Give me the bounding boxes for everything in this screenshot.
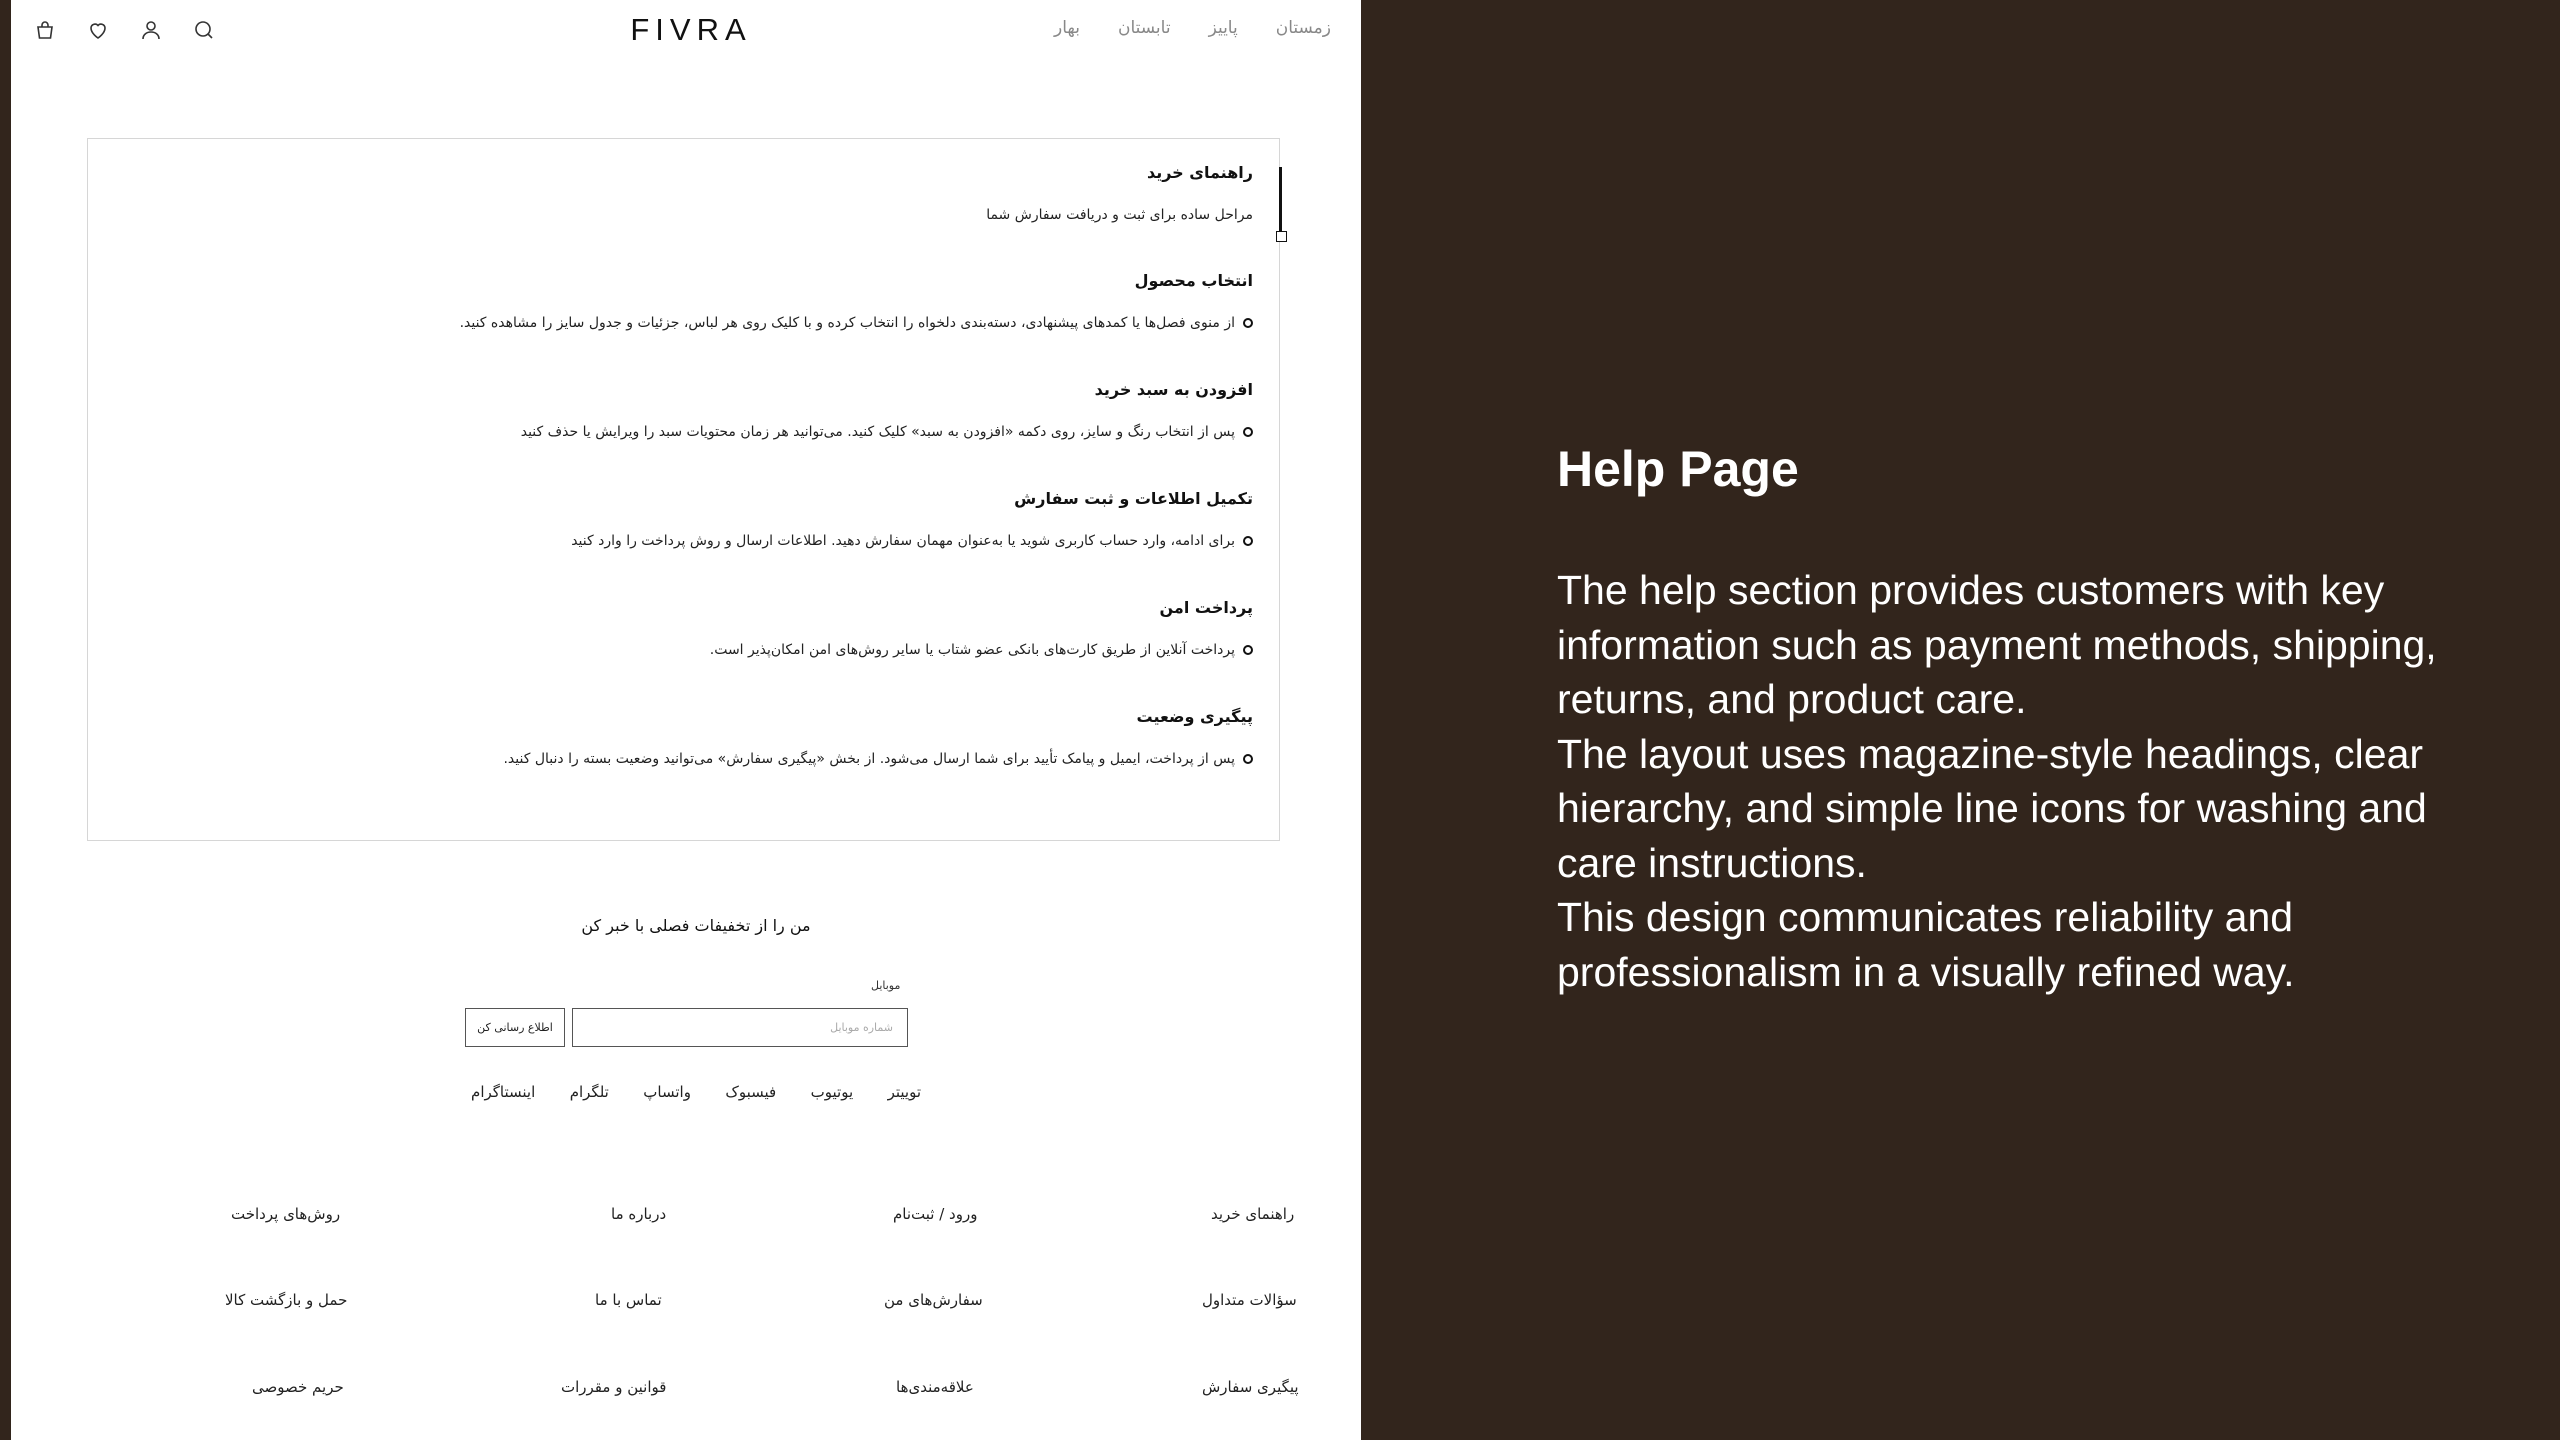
social-instagram[interactable]: اینستاگرام xyxy=(471,1083,535,1101)
bullet-icon xyxy=(1243,536,1253,546)
social-facebook[interactable]: فیسبوک xyxy=(725,1083,776,1101)
brand-logo[interactable]: FIVRA xyxy=(621,12,761,48)
social-whatsapp[interactable]: واتساپ xyxy=(643,1083,691,1101)
step-description: برای ادامه، وارد حساب کاربری شوید یا به‌… xyxy=(571,533,1235,549)
mobile-input[interactable] xyxy=(572,1008,908,1047)
scrollbar[interactable] xyxy=(1276,167,1287,242)
step-description: از منوی فصل‌ها یا کمدهای پیشنهادی، دسته‌… xyxy=(459,315,1235,331)
site-header: FIVRA بهار تابستان پاییز زمستان xyxy=(11,0,1361,62)
step-text: پس از پرداخت، ایمیل و پیامک تأیید برای ش… xyxy=(503,751,1253,767)
step-title: پرداخت امن xyxy=(1159,598,1253,617)
footer-link[interactable]: ورود / ثبت‌نام xyxy=(893,1205,977,1223)
step-description: پس از انتخاب رنگ و سایز، روی دکمه «افزود… xyxy=(520,424,1235,440)
notify-button[interactable]: اطلاع رسانی کن xyxy=(465,1008,565,1047)
heart-icon[interactable] xyxy=(84,16,112,44)
bullet-icon xyxy=(1243,318,1253,328)
step-title: پیگیری وضعیت xyxy=(1136,707,1253,726)
bullet-icon xyxy=(1243,645,1253,655)
social-telegram[interactable]: تلگرام xyxy=(570,1083,609,1101)
step-text: پس از انتخاب رنگ و سایز، روی دکمه «افزود… xyxy=(521,424,1253,440)
nav-spring[interactable]: بهار xyxy=(1054,18,1080,38)
nav-summer[interactable]: تابستان xyxy=(1118,18,1171,38)
footer-link[interactable]: روش‌های پرداخت xyxy=(231,1205,340,1223)
step-description: پرداخت آنلاین از طریق کارت‌های بانکی عضو… xyxy=(709,642,1235,658)
panel-title: Help Page xyxy=(1557,441,1799,497)
panel-paragraph: This design communicates reliability and… xyxy=(1557,894,2295,995)
step-title: تکمیل اطلاعات و ثبت سفارش xyxy=(1014,489,1253,508)
panel-paragraph: The layout uses magazine-style headings,… xyxy=(1557,730,2427,886)
newsletter-title: من را از تخفیفات فصلی با خبر کن xyxy=(581,916,811,935)
header-icons xyxy=(31,16,218,44)
bullet-icon xyxy=(1243,754,1253,764)
footer-link[interactable]: قوانین و مقررات xyxy=(561,1378,666,1396)
mobile-field-label: موبایل xyxy=(871,979,901,992)
footer-link[interactable]: راهنمای خرید xyxy=(1211,1205,1294,1223)
footer-link[interactable]: علاقه‌مندی‌ها xyxy=(896,1378,974,1396)
footer-link[interactable]: درباره ما xyxy=(611,1205,666,1223)
footer-link[interactable]: سفارش‌های من xyxy=(884,1291,983,1309)
social-youtube[interactable]: یوتیوب xyxy=(811,1083,854,1101)
nav-winter[interactable]: زمستان xyxy=(1276,18,1331,38)
nav-autumn[interactable]: پاییز xyxy=(1209,18,1238,38)
social-twitter[interactable]: توییتر xyxy=(888,1083,921,1101)
step-title: افزودن به سبد خرید xyxy=(1094,380,1253,399)
season-nav: بهار تابستان پاییز زمستان xyxy=(1054,18,1331,38)
step-description: پس از پرداخت، ایمیل و پیامک تأیید برای ش… xyxy=(503,751,1235,767)
step-text: از منوی فصل‌ها یا کمدهای پیشنهادی، دسته‌… xyxy=(460,315,1253,331)
footer-link[interactable]: تماس با ما xyxy=(595,1291,662,1309)
footer-link[interactable]: پیگیری سفارش xyxy=(1202,1378,1299,1396)
step-text: پرداخت آنلاین از طریق کارت‌های بانکی عضو… xyxy=(710,642,1253,658)
guide-subtitle: مراحل ساده برای ثبت و دریافت سفارش شما xyxy=(986,207,1253,223)
panel-description: The help section provides customers with… xyxy=(1557,563,2497,999)
social-links: اینستاگرام تلگرام واتساپ فیسبوک یوتیوب ت… xyxy=(471,1083,921,1101)
panel-paragraph: The help section provides customers with… xyxy=(1557,567,2437,722)
user-icon[interactable] xyxy=(137,16,165,44)
bullet-icon xyxy=(1243,427,1253,437)
guide-title: راهنمای خرید xyxy=(1146,163,1253,182)
footer-link[interactable]: حمل و بازگشت کالا xyxy=(225,1291,347,1309)
bag-icon[interactable] xyxy=(31,16,59,44)
footer-link[interactable]: سؤالات متداول xyxy=(1202,1291,1297,1309)
step-title: انتخاب محصول xyxy=(1134,271,1253,290)
shopping-guide-box: راهنمای خرید مراحل ساده برای ثبت و دریاف… xyxy=(87,138,1287,841)
store-page: FIVRA بهار تابستان پاییز زمستان راهنمای … xyxy=(11,0,1361,1440)
footer-link[interactable]: حریم خصوصی xyxy=(252,1378,344,1396)
step-text: برای ادامه، وارد حساب کاربری شوید یا به‌… xyxy=(571,533,1253,549)
search-icon[interactable] xyxy=(190,16,218,44)
